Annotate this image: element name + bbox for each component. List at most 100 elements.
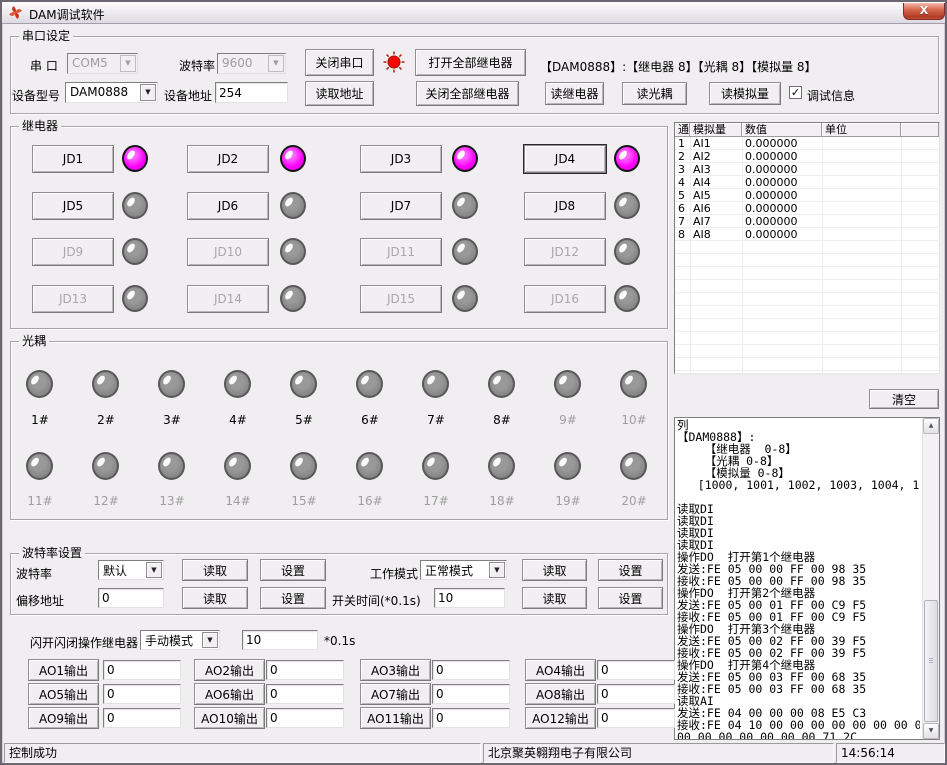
opto-led-15	[290, 452, 317, 480]
ao1-value-input[interactable]	[103, 660, 181, 680]
baud-set-button[interactable]: 设置	[260, 559, 326, 581]
debug-info-checkbox[interactable]	[789, 86, 802, 99]
relay-button-jd2[interactable]: JD2	[187, 145, 269, 173]
cell-value: 0.000000	[742, 163, 822, 176]
relay-button-jd4[interactable]: JD4	[524, 145, 606, 173]
flash-time-input[interactable]	[242, 630, 318, 650]
mode-set-button[interactable]: 设置	[598, 559, 663, 581]
opto-label-16: 16#	[353, 494, 387, 508]
relay-button-jd6[interactable]: JD6	[187, 192, 269, 220]
switch-read-button[interactable]: 读取	[522, 587, 587, 609]
offset-addr-input[interactable]	[98, 588, 164, 608]
switch-time-input[interactable]	[434, 588, 505, 608]
cell-value: 0.000000	[742, 189, 822, 202]
offset-set-button[interactable]: 设置	[260, 587, 326, 609]
relay-button-jd15[interactable]: JD15	[360, 285, 442, 313]
opto-label-20: 20#	[617, 494, 651, 508]
baud2-select[interactable]: 默认 ▼	[98, 560, 164, 580]
switch-set-button[interactable]: 设置	[598, 587, 663, 609]
relay-button-jd14[interactable]: JD14	[187, 285, 269, 313]
ao4-value-input[interactable]	[597, 660, 675, 680]
ao8-output-button[interactable]: AO8输出	[525, 683, 596, 705]
relay-button-jd9[interactable]: JD9	[32, 238, 114, 266]
ao2-value-input[interactable]	[266, 660, 344, 680]
relay-button-jd1[interactable]: JD1	[32, 145, 114, 173]
ao5-output-button[interactable]: AO5输出	[28, 683, 99, 705]
ao4-output-button[interactable]: AO4输出	[525, 659, 596, 681]
log-scrollbar[interactable]: ▲ ▼	[922, 418, 939, 739]
relay-button-jd10[interactable]: JD10	[187, 238, 269, 266]
baud-read-button[interactable]: 读取	[182, 559, 248, 581]
relay-button-jd7[interactable]: JD7	[360, 192, 442, 220]
serial-open-led-icon	[383, 51, 405, 73]
relay-led-jd14	[280, 285, 306, 312]
cell-channel: 8	[675, 228, 690, 241]
relay-button-jd12[interactable]: JD12	[524, 238, 606, 266]
ao11-output-button[interactable]: AO11输出	[360, 707, 431, 729]
ao10-output-button[interactable]: AO10输出	[194, 707, 265, 729]
read-analog-button[interactable]: 读模拟量	[709, 82, 781, 105]
opto-label-1: 1#	[23, 413, 57, 427]
ao6-output-button[interactable]: AO6输出	[194, 683, 265, 705]
relay-button-jd11[interactable]: JD11	[360, 238, 442, 266]
cell-unit	[822, 163, 901, 176]
clear-button[interactable]: 清空	[869, 389, 939, 409]
chevron-down-icon[interactable]: ▼	[268, 55, 284, 72]
col-header-analog[interactable]: 模拟量	[690, 123, 742, 137]
cell-channel: 2	[675, 150, 690, 163]
chevron-down-icon[interactable]: ▼	[202, 632, 218, 648]
offset-read-button[interactable]: 读取	[182, 587, 248, 609]
device-addr-input[interactable]	[215, 82, 288, 103]
flash-mode-select[interactable]: 手动模式 ▼	[140, 630, 220, 650]
col-header-extra[interactable]	[901, 123, 939, 137]
read-addr-button[interactable]: 读取地址	[305, 81, 374, 106]
relay-button-jd13[interactable]: JD13	[32, 285, 114, 313]
ao2-output-button[interactable]: AO2输出	[194, 659, 265, 681]
ao8-value-input[interactable]	[597, 684, 675, 704]
cell-analog: AI7	[690, 215, 742, 228]
ao10-value-input[interactable]	[266, 708, 344, 728]
port-select[interactable]: COM5 ▼	[67, 53, 138, 74]
flash-mode-value: 手动模式	[145, 632, 193, 649]
mode-read-button[interactable]: 读取	[522, 559, 587, 581]
table-row: 1AI10.000000	[675, 137, 939, 150]
relay-button-jd8[interactable]: JD8	[524, 192, 606, 220]
read-opto-button[interactable]: 读光耦	[622, 82, 687, 105]
ao7-value-input[interactable]	[432, 684, 510, 704]
chevron-down-icon[interactable]: ▼	[120, 55, 136, 72]
work-mode-select[interactable]: 正常模式 ▼	[420, 560, 507, 580]
relay-button-jd16[interactable]: JD16	[524, 285, 606, 313]
col-header-value[interactable]: 数值	[742, 123, 822, 137]
close-all-relays-button[interactable]: 关闭全部继电器	[416, 81, 519, 106]
relay-button-jd5[interactable]: JD5	[32, 192, 114, 220]
scroll-down-icon[interactable]: ▼	[923, 723, 939, 739]
cell-value: 0.000000	[742, 215, 822, 228]
ao12-value-input[interactable]	[597, 708, 675, 728]
ao1-output-button[interactable]: AO1输出	[28, 659, 99, 681]
ao7-output-button[interactable]: AO7输出	[360, 683, 431, 705]
status-company: 北京聚英翱翔电子有限公司	[483, 743, 834, 763]
model-select[interactable]: DAM0888 ▼	[65, 82, 158, 103]
scrollbar-thumb[interactable]	[924, 600, 938, 722]
baud-select[interactable]: 9600 ▼	[217, 53, 286, 74]
ao5-value-input[interactable]	[103, 684, 181, 704]
relay-button-jd3[interactable]: JD3	[360, 145, 442, 173]
ao11-value-input[interactable]	[432, 708, 510, 728]
chevron-down-icon[interactable]: ▼	[146, 562, 162, 578]
ao9-value-input[interactable]	[103, 708, 181, 728]
col-header-channel[interactable]: 通	[675, 123, 690, 137]
chevron-down-icon[interactable]: ▼	[489, 562, 505, 578]
open-all-relays-button[interactable]: 打开全部继电器	[415, 49, 526, 76]
ao3-value-input[interactable]	[432, 660, 510, 680]
close-button[interactable]: X	[903, 3, 945, 20]
scroll-up-icon[interactable]: ▲	[923, 418, 939, 434]
ao9-output-button[interactable]: AO9输出	[28, 707, 99, 729]
close-serial-button[interactable]: 关闭串口	[305, 49, 374, 76]
ao3-output-button[interactable]: AO3输出	[360, 659, 431, 681]
ao6-value-input[interactable]	[266, 684, 344, 704]
col-header-unit[interactable]: 单位	[822, 123, 901, 137]
ao12-output-button[interactable]: AO12输出	[525, 707, 596, 729]
read-relay-button[interactable]: 读继电器	[545, 82, 604, 105]
chevron-down-icon[interactable]: ▼	[140, 84, 156, 101]
relay-led-jd3	[452, 145, 478, 172]
